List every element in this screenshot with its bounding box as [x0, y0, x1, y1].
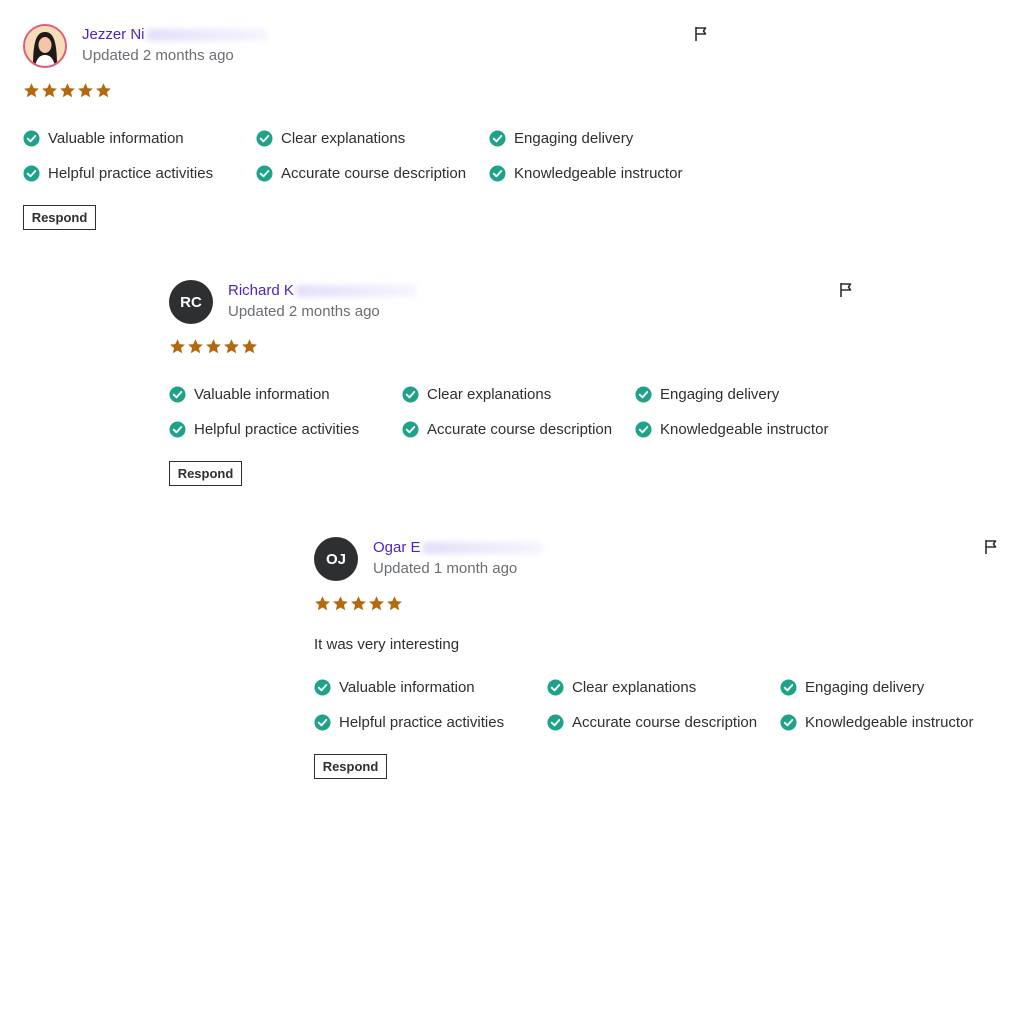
tag-engaging-delivery: Engaging delivery [635, 384, 868, 404]
star-icon [387, 596, 402, 611]
tag-knowledgeable-instructor: Knowledgeable instructor [780, 712, 1013, 732]
tag-label: Helpful practice activities [339, 713, 505, 731]
tag-label: Engaging delivery [660, 385, 780, 403]
check-circle-icon [314, 713, 331, 731]
star-icon [351, 596, 366, 611]
star-icon [242, 339, 257, 354]
redacted-surname [146, 29, 267, 42]
check-circle-icon [256, 129, 273, 147]
redacted-surname [295, 285, 416, 298]
check-circle-icon [489, 129, 506, 147]
respond-button[interactable]: Respond [314, 754, 387, 779]
check-circle-icon [780, 678, 797, 696]
tag-label: Accurate course description [572, 713, 758, 731]
star-icon [333, 596, 348, 611]
tag-label: Clear explanations [572, 678, 697, 696]
review-timestamp: Updated 2 months ago [82, 47, 234, 64]
star-rating [169, 338, 258, 355]
reviewer-name[interactable]: Jezzer Ni [82, 26, 267, 43]
check-circle-icon [23, 129, 40, 147]
check-circle-icon [169, 420, 186, 438]
check-circle-icon [547, 678, 564, 696]
tag-valuable-information: Valuable information [169, 384, 402, 404]
redacted-surname [422, 542, 543, 555]
check-circle-icon [256, 164, 273, 182]
star-icon [60, 83, 75, 98]
tag-knowledgeable-instructor: Knowledgeable instructor [635, 419, 868, 439]
tag-label: Accurate course description [427, 420, 613, 438]
check-circle-icon [635, 385, 652, 403]
review-timestamp: Updated 1 month ago [373, 560, 518, 577]
tag-label: Helpful practice activities [194, 420, 360, 438]
star-icon [170, 339, 185, 354]
tag-accurate-course-description: Accurate course description [402, 419, 635, 439]
tag-label: Knowledgeable instructor [514, 164, 683, 182]
star-icon [96, 83, 111, 98]
tag-helpful-practice-activities: Helpful practice activities [314, 712, 547, 732]
tag-label: Helpful practice activities [48, 164, 214, 182]
tag-label: Clear explanations [281, 129, 406, 147]
check-circle-icon [23, 164, 40, 182]
feedback-tags: Valuable information Clear explanations … [23, 128, 722, 183]
tag-label: Accurate course description [281, 164, 467, 182]
star-icon [224, 339, 239, 354]
flag-icon[interactable] [839, 282, 853, 298]
tag-accurate-course-description: Accurate course description [547, 712, 780, 732]
reviewer-name[interactable]: Richard K [228, 282, 416, 299]
tag-label: Valuable information [194, 385, 330, 403]
tag-clear-explanations: Clear explanations [402, 384, 635, 404]
star-rating [23, 82, 112, 99]
tag-knowledgeable-instructor: Knowledgeable instructor [489, 163, 722, 183]
review-timestamp: Updated 2 months ago [228, 303, 380, 320]
star-icon [24, 83, 39, 98]
tag-helpful-practice-activities: Helpful practice activities [23, 163, 256, 183]
review-card: RC Richard K Updated 2 months ago Valuab… [169, 280, 869, 510]
check-circle-icon [489, 164, 506, 182]
tag-label: Knowledgeable instructor [660, 420, 829, 438]
check-circle-icon [635, 420, 652, 438]
avatar[interactable] [23, 24, 67, 68]
star-icon [188, 339, 203, 354]
tag-label: Valuable information [48, 129, 184, 147]
flag-icon[interactable] [694, 26, 708, 42]
review-comment: It was very interesting [314, 636, 460, 653]
tag-accurate-course-description: Accurate course description [256, 163, 489, 183]
star-rating [314, 595, 403, 612]
check-circle-icon [402, 420, 419, 438]
star-icon [78, 83, 93, 98]
star-icon [206, 339, 221, 354]
star-icon [369, 596, 384, 611]
tag-label: Knowledgeable instructor [805, 713, 974, 731]
tag-label: Engaging delivery [514, 129, 634, 147]
tag-engaging-delivery: Engaging delivery [780, 677, 1013, 697]
avatar[interactable]: OJ [314, 537, 358, 581]
tag-clear-explanations: Clear explanations [547, 677, 780, 697]
feedback-tags: Valuable information Clear explanations … [314, 677, 1013, 732]
tag-engaging-delivery: Engaging delivery [489, 128, 722, 148]
tag-label: Clear explanations [427, 385, 552, 403]
respond-button[interactable]: Respond [23, 205, 96, 230]
tag-label: Valuable information [339, 678, 475, 696]
check-circle-icon [314, 678, 331, 696]
review-card: OJ Ogar E Updated 1 month ago It was ver… [314, 537, 1014, 797]
respond-button[interactable]: Respond [169, 461, 242, 486]
flag-icon[interactable] [984, 539, 998, 555]
tag-label: Engaging delivery [805, 678, 925, 696]
tag-helpful-practice-activities: Helpful practice activities [169, 419, 402, 439]
check-circle-icon [402, 385, 419, 403]
star-icon [315, 596, 330, 611]
review-card: Jezzer Ni Updated 2 months ago Valuable … [23, 24, 723, 254]
avatar[interactable]: RC [169, 280, 213, 324]
reviewer-name[interactable]: Ogar E [373, 539, 543, 556]
tag-valuable-information: Valuable information [314, 677, 547, 697]
tag-clear-explanations: Clear explanations [256, 128, 489, 148]
check-circle-icon [547, 713, 564, 731]
user-photo-icon [25, 26, 65, 66]
tag-valuable-information: Valuable information [23, 128, 256, 148]
star-icon [42, 83, 57, 98]
check-circle-icon [780, 713, 797, 731]
feedback-tags: Valuable information Clear explanations … [169, 384, 868, 439]
check-circle-icon [169, 385, 186, 403]
